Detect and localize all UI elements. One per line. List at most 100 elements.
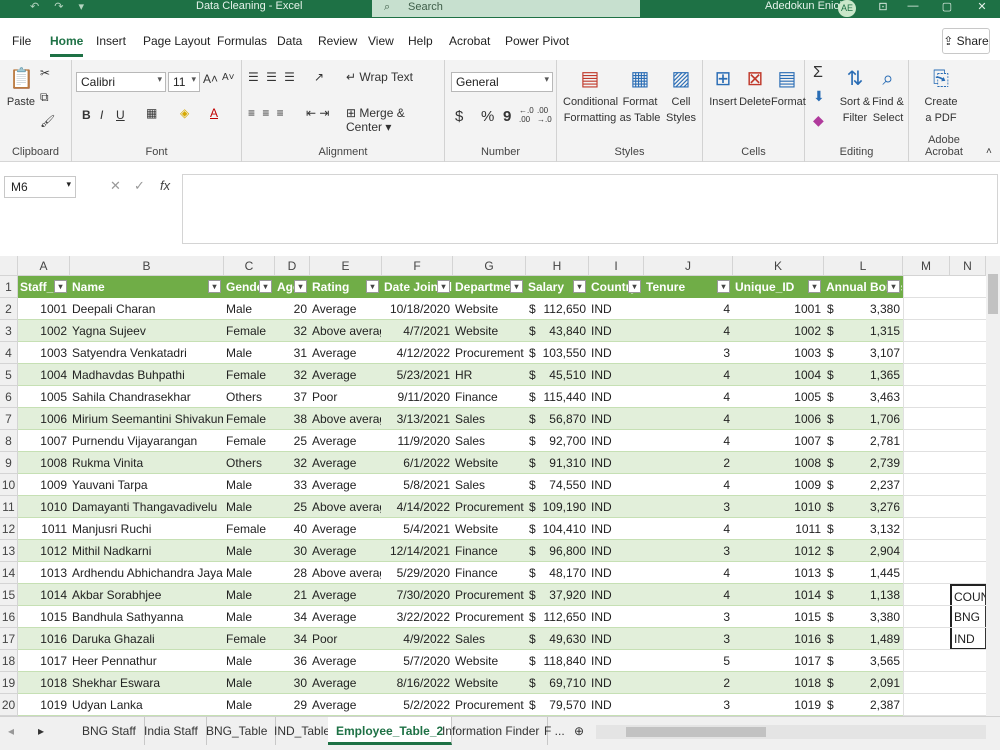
cell-age[interactable]: 34 [275, 606, 309, 628]
cancel-icon[interactable]: ✕ [110, 178, 121, 194]
cell-rating[interactable]: Average [310, 452, 381, 474]
cell-rating[interactable]: Poor [310, 628, 381, 650]
cell-bonus[interactable]: $1,365 [824, 364, 902, 386]
row-header[interactable]: 17 [0, 628, 18, 650]
cell-uid[interactable]: 1007 [733, 430, 823, 452]
cell-bonus[interactable]: $3,276 [824, 496, 902, 518]
cell-id[interactable]: 1013 [18, 562, 69, 584]
cell-id[interactable]: 1005 [18, 386, 69, 408]
cell-country[interactable]: IND [589, 628, 643, 650]
select-all-corner[interactable] [0, 256, 18, 276]
cell-date[interactable]: 10/18/2020 [382, 298, 452, 320]
filter-dropdown-icon[interactable]: ▾ [510, 280, 523, 293]
cell-dept[interactable]: Website [453, 650, 525, 672]
cell-name[interactable]: Udyan Lanka [70, 694, 223, 716]
cell-bonus[interactable]: $2,904 [824, 540, 902, 562]
cell-rating[interactable]: Average [310, 298, 381, 320]
cell-rating[interactable]: Average [310, 518, 381, 540]
cell-bonus[interactable]: $3,463 [824, 386, 902, 408]
column-header-a[interactable]: A [18, 256, 70, 276]
cell-date[interactable]: 8/16/2022 [382, 672, 452, 694]
cell-dept[interactable]: Website [453, 452, 525, 474]
next-sheet-icon[interactable]: ▸ [30, 717, 52, 745]
cell-uid[interactable]: 1018 [733, 672, 823, 694]
cell-country[interactable]: IND [589, 518, 643, 540]
cell-gender[interactable]: Female [224, 408, 274, 430]
cell-rating[interactable]: Average [310, 672, 381, 694]
tab-acrobat[interactable]: Acrobat [449, 34, 490, 48]
cell-name[interactable]: Daruka Ghazali [70, 628, 223, 650]
format-as-table-button[interactable]: ▦ Format as Table [619, 66, 661, 126]
cell-date[interactable]: 11/9/2020 [382, 430, 452, 452]
cell-gender[interactable]: Male [224, 496, 274, 518]
row-header[interactable]: 5 [0, 364, 18, 386]
cell-gender[interactable]: Male [224, 606, 274, 628]
cell-uid[interactable]: 1016 [733, 628, 823, 650]
column-header-i[interactable]: I [589, 256, 644, 276]
filter-dropdown-icon[interactable]: ▾ [54, 280, 67, 293]
cell-country[interactable]: IND [589, 430, 643, 452]
row-header[interactable]: 14 [0, 562, 18, 584]
cell-country[interactable]: IND [589, 298, 643, 320]
row-header[interactable]: 18 [0, 650, 18, 672]
cell-dept[interactable]: Procurement [453, 342, 525, 364]
cell-id[interactable]: 1008 [18, 452, 69, 474]
tab-insert[interactable]: Insert [96, 34, 126, 48]
cell-gender[interactable]: Male [224, 540, 274, 562]
tab-data[interactable]: Data [277, 34, 302, 48]
fill-icon[interactable]: ⬇ [813, 88, 825, 105]
cell-age[interactable]: 40 [275, 518, 309, 540]
cell-dept[interactable]: Sales [453, 430, 525, 452]
cell-tenure[interactable]: 3 [644, 694, 732, 716]
row-header[interactable]: 20 [0, 694, 18, 716]
maximize-button[interactable]: ▢ [940, 0, 954, 13]
cell-gender[interactable]: Male [224, 650, 274, 672]
cell-name[interactable]: Ardhendu Abhichandra Jayakar [70, 562, 223, 584]
cell-tenure[interactable]: 2 [644, 452, 732, 474]
row-header[interactable]: 10 [0, 474, 18, 496]
cell-date[interactable]: 6/1/2022 [382, 452, 452, 474]
cell-bonus[interactable]: $2,091 [824, 672, 902, 694]
cell-name[interactable]: Manjusri Ruchi [70, 518, 223, 540]
cell-age[interactable]: 32 [275, 452, 309, 474]
cell-salary[interactable]: $115,440 [526, 386, 588, 408]
cell-gender[interactable]: Female [224, 364, 274, 386]
ribbon-display-icon[interactable]: ⊡ [876, 0, 890, 13]
cell-bonus[interactable]: $2,387 [824, 694, 902, 716]
cell-salary[interactable]: $91,310 [526, 452, 588, 474]
cell-date[interactable]: 5/23/2021 [382, 364, 452, 386]
bold-button[interactable]: B [82, 108, 91, 122]
cell-country[interactable]: IND [589, 496, 643, 518]
filter-dropdown-icon[interactable]: ▾ [294, 280, 307, 293]
cell-gender[interactable]: Male [224, 584, 274, 606]
insert-function-button[interactable]: fx [160, 178, 170, 193]
cell-dept[interactable]: Procurement [453, 584, 525, 606]
share-button[interactable]: ⇪ Share [942, 28, 990, 54]
cell-gender[interactable]: Male [224, 562, 274, 584]
number-format-select[interactable]: General ▾ [451, 72, 553, 92]
cell-bonus[interactable]: $1,315 [824, 320, 902, 342]
cell-gender[interactable]: Male [224, 342, 274, 364]
cell-salary[interactable]: $103,550 [526, 342, 588, 364]
cell-age[interactable]: 38 [275, 408, 309, 430]
cell-date[interactable]: 4/12/2022 [382, 342, 452, 364]
cell-name[interactable]: Mithil Nadkarni [70, 540, 223, 562]
underline-button[interactable]: U [116, 108, 125, 122]
cell-rating[interactable]: Above average [310, 408, 381, 430]
row-header[interactable]: 19 [0, 672, 18, 694]
cell-uid[interactable]: 1006 [733, 408, 823, 430]
cell-age[interactable]: 31 [275, 342, 309, 364]
search-box[interactable]: ⌕ Search [372, 0, 640, 17]
cell-id[interactable]: 1001 [18, 298, 69, 320]
cell-tenure[interactable]: 4 [644, 562, 732, 584]
cell-bonus[interactable]: $2,781 [824, 430, 902, 452]
cell-salary[interactable]: $96,800 [526, 540, 588, 562]
cell-uid[interactable]: 1005 [733, 386, 823, 408]
cell-name[interactable]: Madhavdas Buhpathi [70, 364, 223, 386]
collapse-ribbon-icon[interactable]: ˄ [986, 146, 992, 157]
cell-country[interactable]: IND [589, 452, 643, 474]
cell-age[interactable]: 20 [275, 298, 309, 320]
cell-tenure[interactable]: 4 [644, 364, 732, 386]
italic-button[interactable]: I [100, 108, 103, 122]
column-header-e[interactable]: E [310, 256, 382, 276]
